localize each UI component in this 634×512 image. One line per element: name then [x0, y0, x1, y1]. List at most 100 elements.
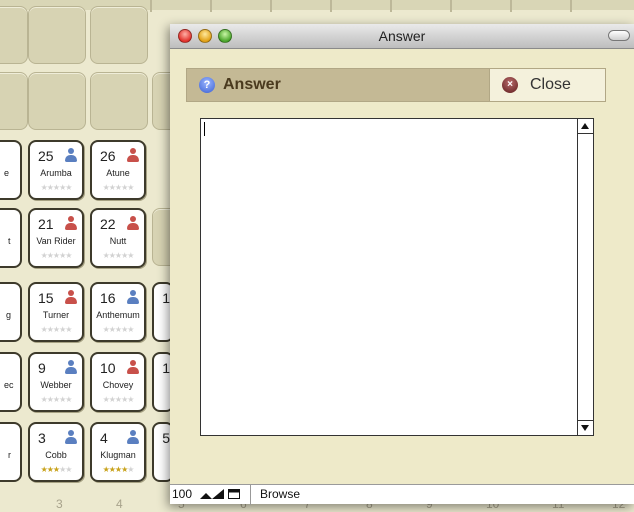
answer-header-title: Answer	[223, 76, 281, 93]
cropped-card[interactable]: t	[0, 208, 22, 268]
card-number: 21	[38, 216, 54, 232]
card-name: Turner	[42, 310, 70, 320]
cropped-card-number: 1	[162, 290, 170, 306]
cropped-card[interactable]: e	[0, 140, 22, 200]
window-title: Answer	[378, 28, 426, 44]
rating-stars: ★★★★★	[102, 183, 135, 192]
cropped-card-name: r	[8, 450, 11, 460]
cropped-card[interactable]: r	[0, 422, 22, 482]
rating-stars: ★★★★★	[40, 465, 73, 474]
person-card[interactable]: 9 Webber ★★★★★	[28, 352, 84, 412]
rating-stars: ★★★★★	[102, 395, 135, 404]
empty-slot[interactable]	[0, 6, 28, 64]
close-button[interactable]: × Close	[489, 69, 605, 101]
rating-stars: ★★★★★	[102, 465, 135, 474]
answer-header: ? Answer × Close	[186, 68, 606, 102]
mode-label[interactable]: Browse	[260, 487, 300, 501]
female-person-icon	[126, 148, 140, 162]
rating-stars: ★★★★★	[40, 395, 73, 404]
column-divider	[390, 0, 392, 12]
status-toggle-icon[interactable]	[228, 489, 240, 499]
empty-slot[interactable]	[0, 72, 28, 130]
female-person-icon	[64, 290, 78, 304]
card-number: 15	[38, 290, 54, 306]
rating-stars: ★★★★★	[40, 251, 73, 260]
close-button-label: Close	[530, 76, 571, 93]
rating-stars: ★★★★★	[40, 183, 73, 192]
toolbar-toggle-button[interactable]	[608, 30, 630, 41]
card-number: 16	[100, 290, 116, 306]
status-divider	[250, 485, 251, 505]
column-divider	[210, 0, 212, 12]
card-name: Klugman	[100, 450, 136, 460]
cropped-card[interactable]: ec	[0, 352, 22, 412]
help-icon[interactable]: ?	[199, 77, 215, 93]
cropped-card-name: t	[8, 236, 11, 246]
card-name: Chovey	[102, 380, 134, 390]
cropped-card[interactable]: g	[0, 282, 22, 342]
person-card[interactable]: 3 Cobb ★★★★★	[28, 422, 84, 482]
scrollbar-divider	[578, 420, 593, 421]
text-cursor	[204, 122, 205, 136]
rating-stars: ★★★★★	[102, 251, 135, 260]
scrollbar-divider	[578, 133, 593, 134]
answer-text-area[interactable]	[200, 118, 594, 436]
window-titlebar[interactable]: Answer	[170, 24, 634, 49]
scroll-up-icon[interactable]	[581, 123, 589, 129]
card-name: Cobb	[45, 450, 67, 460]
status-bar: 100 Browse	[170, 484, 634, 505]
card-number: 25	[38, 148, 54, 164]
cropped-card-number: 1	[162, 360, 170, 376]
female-person-icon	[64, 216, 78, 230]
person-card[interactable]: 16 Anthemum ★★★★★	[90, 282, 146, 342]
female-person-icon	[126, 216, 140, 230]
male-person-icon	[64, 360, 78, 374]
person-card[interactable]: 4 Klugman ★★★★★	[90, 422, 146, 482]
empty-slot[interactable]	[28, 6, 86, 64]
card-name: Nutt	[109, 236, 127, 246]
column-label: 3	[56, 497, 63, 511]
cropped-card-name: ec	[4, 380, 14, 390]
cropped-card-name: e	[4, 168, 10, 178]
column-divider	[570, 0, 572, 12]
person-card[interactable]: 21 Van Rider ★★★★★	[28, 208, 84, 268]
rating-stars: ★★★★★	[102, 325, 135, 334]
card-name: Arumba	[40, 168, 72, 178]
rating-stars: ★★★★★	[40, 325, 73, 334]
card-number: 26	[100, 148, 116, 164]
card-number: 4	[100, 430, 108, 446]
empty-slot[interactable]	[28, 72, 86, 130]
card-number: 22	[100, 216, 116, 232]
column-divider	[270, 0, 272, 12]
card-name: Webber	[40, 380, 72, 390]
card-name: Atune	[106, 168, 130, 178]
cropped-card-number: 5	[162, 430, 170, 446]
column-divider	[330, 0, 332, 12]
card-number: 10	[100, 360, 116, 376]
person-card[interactable]: 26 Atune ★★★★★	[90, 140, 146, 200]
column-divider	[150, 0, 152, 12]
male-person-icon	[64, 148, 78, 162]
male-person-icon	[126, 430, 140, 444]
person-card[interactable]: 22 Nutt ★★★★★	[90, 208, 146, 268]
zoom-in-icon[interactable]	[212, 489, 224, 499]
zoom-level[interactable]: 100	[172, 487, 192, 501]
cropped-card-name: g	[6, 310, 12, 320]
vertical-scrollbar[interactable]	[577, 119, 593, 435]
female-person-icon	[126, 360, 140, 374]
empty-slot[interactable]	[90, 6, 148, 64]
card-name: Anthemum	[96, 310, 140, 320]
person-card[interactable]: 10 Chovey ★★★★★	[90, 352, 146, 412]
answer-window: Answer ? Answer × Close 100 Browse	[170, 24, 634, 505]
male-person-icon	[64, 430, 78, 444]
zoom-out-icon[interactable]	[200, 489, 212, 499]
view-mode-icons	[200, 489, 248, 501]
person-card[interactable]: 15 Turner ★★★★★	[28, 282, 84, 342]
scroll-down-icon[interactable]	[581, 425, 589, 431]
column-label: 4	[116, 497, 123, 511]
empty-slot[interactable]	[90, 72, 148, 130]
male-person-icon	[126, 290, 140, 304]
person-card[interactable]: 25 Arumba ★★★★★	[28, 140, 84, 200]
column-divider	[450, 0, 452, 12]
card-name: Van Rider	[36, 236, 76, 246]
